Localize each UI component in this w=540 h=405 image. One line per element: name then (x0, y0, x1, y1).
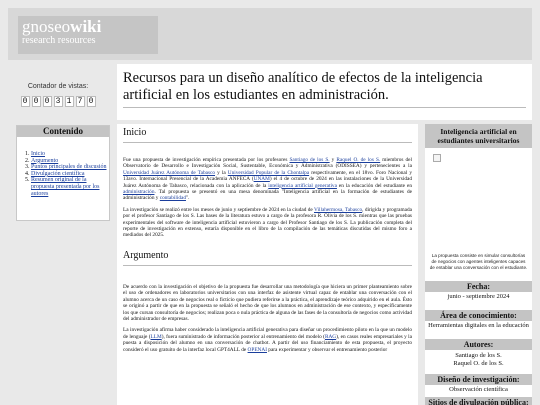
link-unam[interactable]: UNAM (254, 176, 270, 182)
page-title-box: Recursos para un diseño analítico de efe… (117, 64, 532, 120)
toc-link-resumen[interactable]: Resumen original de la propuesta present… (31, 177, 99, 196)
logo-name-light: gnoseo (22, 17, 71, 36)
infobox-field-fecha: Fecha: junio - septiembre 2024 (425, 281, 532, 301)
logo-subtitle: research resources (22, 35, 96, 46)
section-heading-inicio: Inicio (123, 126, 412, 143)
infobox-field-diseno: Diseño de investigación: Observación cie… (425, 374, 532, 394)
title-divider (123, 107, 526, 108)
toc-link-argumento[interactable]: Argumento (31, 158, 58, 164)
infobox-label: Sitios de divulgación pública: (425, 397, 532, 405)
infobox-value: Observación científica (449, 386, 508, 393)
counter-digit: 3 (53, 96, 63, 107)
section-heading-argumento: Argumento (123, 249, 412, 266)
toc-item-inicio: Inicio (31, 151, 109, 158)
counter-digit: 0 (20, 96, 30, 107)
link-administracion[interactable]: administración (123, 189, 154, 195)
infobox-value: Herramientas digitales en la educación (428, 322, 529, 329)
link-ujat[interactable]: Universidad Juárez Autónoma de Tabasco (123, 170, 215, 176)
article-body: Inicio Fue una propuesta de investigació… (117, 124, 418, 405)
site-logo[interactable]: gnoseowiki research resources (18, 16, 158, 54)
link-villahermosa[interactable]: Villahermosa, Tabasco (314, 207, 362, 213)
logo-name-bold: wiki (70, 17, 102, 36)
link-rag[interactable]: RAG (325, 334, 336, 340)
counter-digit: 0 (31, 96, 41, 107)
link-openai[interactable]: OPENAI (248, 347, 267, 353)
infobox-field-sitios: Sitios de divulgación pública: (425, 397, 532, 405)
infobox-label: Fecha: (425, 281, 532, 292)
inicio-paragraph-1: Fue una propuesta de investigación empír… (123, 157, 412, 202)
counter-digit: 1 (64, 96, 74, 107)
infobox-field-area: Área de conocimiento: Herramientas digit… (425, 310, 532, 330)
toc-heading: Contenido (17, 126, 109, 137)
argumento-paragraph-1: De acuerdo con la investigación el objet… (123, 283, 412, 322)
counter-digit: 7 (75, 96, 85, 107)
argumento-paragraph-2: La investigación afirma haber considerad… (123, 327, 412, 353)
counter-digit: 0 (42, 96, 52, 107)
broken-image-icon (433, 154, 441, 162)
table-of-contents: Contenido Inicio Argumento Puntos princi… (16, 125, 110, 221)
infobox-label: Diseño de investigación: (425, 374, 532, 385)
toc-item-divulgacion: Divulgación científica (31, 171, 109, 178)
infobox-label: Área de conocimiento: (425, 310, 532, 321)
toc-link-puntos[interactable]: Puntos principales de discusión (31, 164, 107, 170)
infobox-value-2: Raquel O. de los S. (453, 360, 504, 367)
site-header: gnoseowiki research resources (8, 8, 532, 60)
view-counter: Contador de vistas: 0 0 0 3 1 7 0 (8, 66, 108, 118)
infobox-label: Autores: (425, 339, 532, 350)
infobox: Inteligencia artificial en estudiantes u… (425, 124, 532, 405)
view-counter-label: Contador de vistas: (27, 83, 89, 90)
counter-digit: 0 (86, 96, 96, 107)
infobox-field-autores: Autores: Santiago de los S. Raquel O. de… (425, 339, 532, 368)
link-llm[interactable]: LLM (151, 334, 162, 340)
infobox-value: Santiago de los S. (455, 352, 502, 359)
link-upch[interactable]: Universidad Popular de la Chontalpa (228, 170, 309, 176)
toc-item-puntos: Puntos principales de discusión (31, 164, 109, 171)
inicio-paragraph-2: La investigación se realizó entre los me… (123, 206, 413, 239)
toc-link-divulgacion[interactable]: Divulgación científica (31, 171, 84, 177)
infobox-value: junio - septiembre 2024 (447, 293, 510, 300)
page-title: Recursos para un diseño analítico de efe… (123, 70, 483, 103)
infobox-heading: Inteligencia artificial en estudiantes u… (425, 124, 532, 148)
toc-link-inicio[interactable]: Inicio (31, 151, 45, 157)
view-counter-digits: 0 0 0 3 1 7 0 (8, 96, 108, 107)
infobox-caption: La propuesta consiste en simular consult… (429, 253, 528, 270)
toc-item-argumento: Argumento (31, 158, 109, 165)
link-ia-generativa[interactable]: inteligencia artificial generativa (268, 183, 337, 189)
toc-list: Inicio Argumento Puntos principales de d… (17, 151, 109, 197)
toc-item-resumen: Resumen original de la propuesta present… (31, 177, 109, 197)
link-contabilidad[interactable]: contabilidad (160, 195, 186, 201)
